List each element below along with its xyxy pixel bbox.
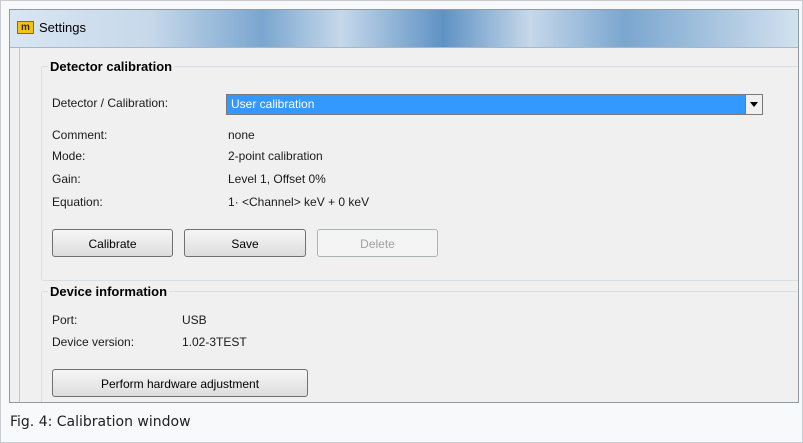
chevron-down-icon[interactable] [745, 95, 762, 114]
comment-label: Comment: [52, 128, 108, 142]
settings-window: m Settings Detector calibration Detector… [9, 9, 799, 403]
window-title: Settings [39, 20, 86, 35]
detector-calibration-selected-value: User calibration [231, 97, 315, 111]
perform-hardware-adjustment-button[interactable]: Perform hardware adjustment [52, 369, 308, 397]
calibrate-button[interactable]: Calibrate [52, 229, 173, 257]
app-m-icon: m [17, 21, 34, 34]
gain-label: Gain: [52, 172, 81, 186]
detector-calibration-label: Detector / Calibration: [52, 96, 169, 110]
port-value: USB [182, 313, 207, 327]
mode-value: 2-point calibration [228, 149, 323, 163]
save-button[interactable]: Save [184, 229, 306, 257]
delete-button[interactable]: Delete [317, 229, 438, 257]
device-version-label: Device version: [52, 335, 135, 349]
detector-calibration-legend: Detector calibration [50, 59, 173, 74]
gain-value: Level 1, Offset 0% [228, 172, 326, 186]
title-bar[interactable]: m Settings [10, 10, 798, 48]
device-information-legend: Device information [50, 284, 168, 299]
client-area: Detector calibration Detector / Calibrat… [19, 48, 798, 402]
figure-frame: m Settings Detector calibration Detector… [0, 0, 803, 443]
mode-label: Mode: [52, 149, 86, 163]
equation-label: Equation: [52, 195, 103, 209]
device-version-value: 1.02-3TEST [182, 335, 247, 349]
comment-value: none [228, 128, 255, 142]
detector-calibration-select[interactable]: User calibration [226, 94, 763, 115]
equation-value: 1· <Channel> keV + 0 keV [228, 195, 370, 209]
port-label: Port: [52, 313, 78, 327]
figure-caption: Fig. 4: Calibration window [10, 414, 191, 430]
